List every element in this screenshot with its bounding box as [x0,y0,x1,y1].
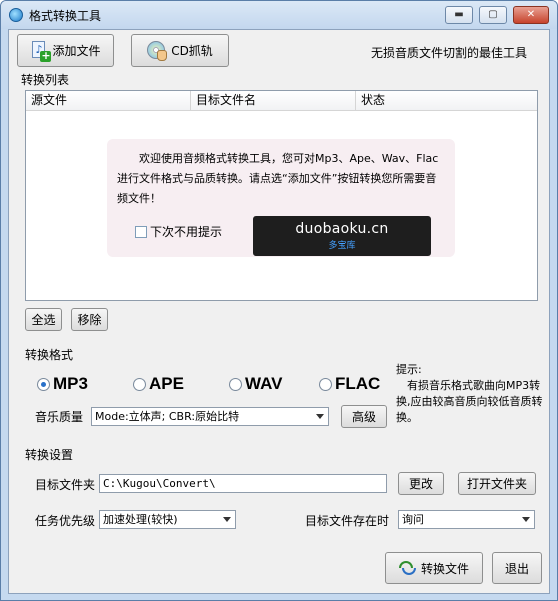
target-folder-input[interactable]: C:\Kugou\Convert\ [99,474,387,493]
column-header-status[interactable]: 状态 [356,91,537,111]
radio-wav[interactable]: WAV [229,374,282,394]
settings-section-label: 转换设置 [25,448,74,462]
convert-file-button[interactable]: 转换文件 [385,552,483,584]
list-section-label: 转换列表 [21,73,70,87]
radio-label-wav: WAV [245,374,283,393]
cd-rip-label: CD抓轨 [171,44,213,58]
add-music-file-icon: ♪ + [30,40,52,62]
chevron-down-icon [223,517,231,522]
radio-label-flac: FLAC [335,374,381,393]
chevron-down-icon [316,414,324,419]
app-icon [9,8,23,22]
checkbox-box[interactable] [135,225,147,238]
priority-select[interactable]: 加速处理(较快) [99,510,236,529]
title-bar: 格式转换工具 ▬ ▢ ✕ [1,1,557,29]
radio-circle[interactable] [133,377,146,391]
convert-arrows-icon [398,559,417,577]
quality-label: 音乐质量 [35,410,84,424]
exists-label: 目标文件存在时 [305,514,390,528]
dont-show-again-checkbox[interactable]: 下次不用提示 [135,223,222,240]
column-header-target[interactable]: 目标文件名 [191,91,356,111]
radio-circle[interactable] [319,377,332,391]
hint-title: 提示: [396,363,422,376]
add-file-button[interactable]: ♪ + 添加文件 [17,34,114,67]
change-folder-button[interactable]: 更改 [398,472,444,495]
add-file-label: 添加文件 [52,44,101,58]
minimize-button[interactable]: ▬ [445,6,473,24]
watermark-sub-text: 多宝库 [328,241,356,251]
watermark-main-text: duobaoku.cn [295,221,389,237]
maximize-button[interactable]: ▢ [479,6,507,24]
radio-label-mp3: MP3 [53,374,88,393]
dont-show-again-label: 下次不用提示 [150,225,223,239]
quality-value: Mode:立体声; CBR:原始比特 [95,410,240,423]
watermark-logo: duobaoku.cn 多宝库 [253,216,431,256]
close-button[interactable]: ✕ [513,6,549,24]
welcome-message: 欢迎使用音频格式转换工具，您可对Mp3、Ape、Wav、Flac进行文件格式与品… [117,152,439,205]
convert-file-label: 转换文件 [420,561,469,576]
hint-text: 有损音乐格式歌曲向MP3转换,应由较高音质向较低音质转换。 [396,379,543,424]
select-all-button[interactable]: 全选 [25,308,62,331]
cd-hand-icon [147,40,169,62]
window-title: 格式转换工具 [29,9,102,23]
radio-mp3[interactable]: MP3 [37,374,88,394]
cd-rip-button[interactable]: CD抓轨 [131,34,229,67]
priority-value: 加速处理(较快) [103,513,178,526]
radio-circle[interactable] [229,377,242,391]
client-area: ♪ + 添加文件 CD抓轨 无损音质文件切割的最佳工具 转换列表 源文件 目标文件… [8,29,550,594]
slogan-text: 无损音质文件切割的最佳工具 [371,46,528,60]
quality-select[interactable]: Mode:立体声; CBR:原始比特 [91,407,329,426]
advanced-button[interactable]: 高级 [341,405,387,428]
target-folder-label: 目标文件夹 [35,478,96,492]
file-list[interactable]: 源文件 目标文件名 状态 欢迎使用音频格式转换工具，您可对Mp3、Ape、Wav… [25,90,538,301]
exists-select[interactable]: 询问 [398,510,535,529]
format-hint: 提示: 有损音乐格式歌曲向MP3转换,应由较高音质向较低音质转换。 [396,362,546,426]
radio-flac[interactable]: FLAC [319,374,380,394]
exit-button[interactable]: 退出 [492,552,542,584]
radio-ape[interactable]: APE [133,374,184,394]
exists-value: 询问 [402,513,424,526]
chevron-down-icon [522,517,530,522]
priority-label: 任务优先级 [35,514,96,528]
column-header-source[interactable]: 源文件 [26,91,191,111]
app-window: 格式转换工具 ▬ ▢ ✕ ♪ + 添加文件 CD抓轨 无损音质文件切割的最佳工具 … [0,0,558,601]
open-folder-button[interactable]: 打开文件夹 [458,472,536,495]
remove-button[interactable]: 移除 [71,308,108,331]
radio-label-ape: APE [149,374,184,393]
radio-circle[interactable] [37,377,50,391]
